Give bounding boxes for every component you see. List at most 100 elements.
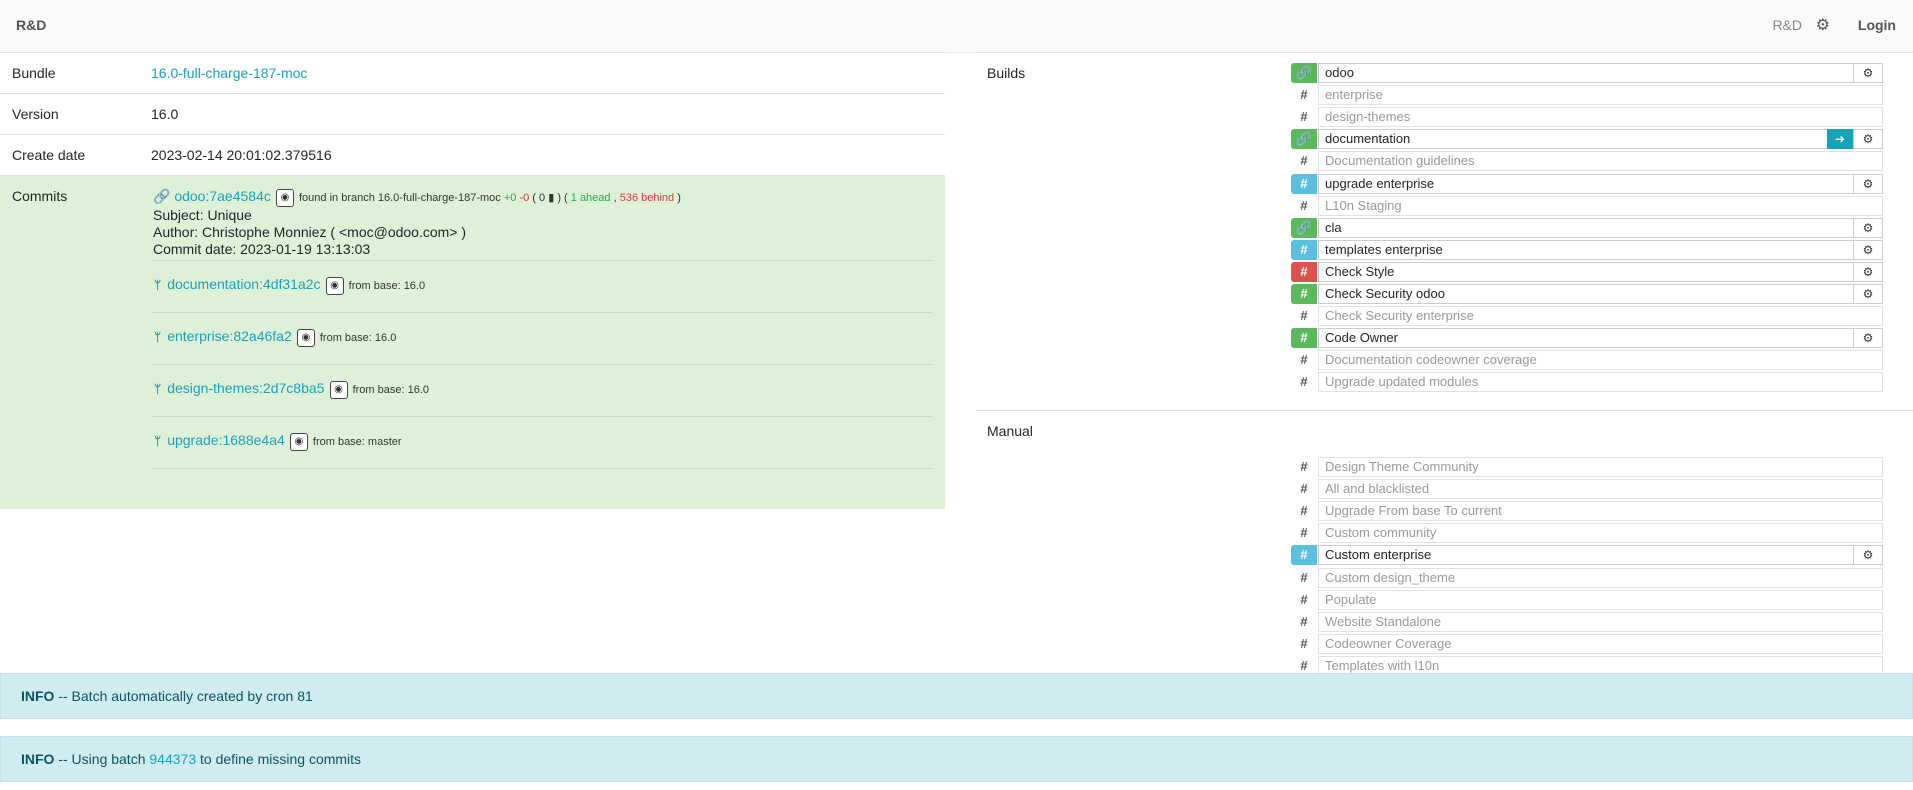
build-name[interactable]: odoo [1318, 63, 1883, 83]
build-name[interactable]: Code Owner [1318, 328, 1883, 349]
divider [976, 410, 1913, 411]
build-name[interactable]: Check Security odoo [1318, 284, 1883, 304]
github-icon[interactable]: ◉ [329, 381, 348, 400]
commit-link[interactable]: 🔗 odoo:7ae4584c [153, 188, 271, 204]
build-name[interactable]: design-themes [1318, 107, 1883, 128]
build-name[interactable]: upgrade enterprise [1318, 173, 1883, 194]
hash-icon[interactable]: # [1291, 350, 1317, 370]
from-base: from base: master [312, 436, 402, 448]
link-icon[interactable]: 🔗 [1291, 129, 1317, 150]
sub-commit-link[interactable]: documentation:4df31a2c [167, 276, 320, 292]
hash-icon[interactable]: # [1291, 85, 1317, 105]
gear-icon[interactable]: ⚙ [1853, 217, 1883, 238]
build-row: # Website Standalone [1291, 611, 1883, 632]
hash-icon[interactable]: # [1291, 261, 1317, 282]
hash-icon[interactable]: # [1291, 151, 1317, 171]
sub-commit-link[interactable]: enterprise:82a46fa2 [167, 328, 292, 344]
manual-label: Manual [987, 423, 1033, 439]
hash-icon[interactable]: # [1291, 173, 1317, 194]
hash-icon[interactable]: # [1291, 568, 1317, 588]
build-name[interactable]: All and blacklisted [1318, 479, 1883, 500]
bundle-link[interactable]: 16.0-full-charge-187-moc [151, 65, 307, 81]
github-icon[interactable]: ◉ [289, 433, 308, 452]
github-icon[interactable]: ◉ [275, 189, 294, 208]
build-row: 🔗 documentation ➜ ⚙ [1291, 129, 1883, 150]
sub-commit: ᛘ design-themes:2d7c8ba5 ◉ from base: 16.… [151, 364, 933, 417]
hash-icon[interactable]: # [1291, 634, 1317, 654]
sub-commit: ᛘ upgrade:1688e4a4 ◉ from base: master [151, 416, 933, 469]
commit-author: Author: Christophe Monniez ( <moc@odoo.c… [153, 224, 467, 241]
hash-icon[interactable]: # [1291, 479, 1317, 499]
build-name[interactable]: enterprise [1318, 85, 1883, 106]
hash-icon[interactable]: # [1291, 107, 1317, 127]
build-row: # Check Security odoo ⚙ [1291, 284, 1883, 304]
build-name[interactable]: Populate [1318, 589, 1883, 610]
build-name[interactable]: Custom enterprise [1318, 545, 1883, 566]
hash-icon[interactable]: # [1291, 372, 1317, 392]
commit-subject: Subject: Unique [153, 207, 252, 224]
from-base: from base: 16.0 [352, 384, 429, 396]
hash-icon[interactable]: # [1291, 239, 1317, 260]
hash-icon[interactable]: # [1291, 306, 1317, 326]
link-icon[interactable]: 🔗 [1291, 217, 1317, 238]
build-name[interactable]: Check Style [1318, 261, 1883, 282]
gear-icon[interactable]: ⚙ [1853, 545, 1883, 566]
build-name[interactable]: L10n Staging [1318, 195, 1883, 216]
build-row: # Custom community [1291, 523, 1883, 544]
build-row: # templates enterprise ⚙ [1291, 239, 1883, 260]
file-icon: ▮ [548, 192, 555, 204]
build-name[interactable]: Codeowner Coverage [1318, 633, 1883, 654]
build-name[interactable]: documentation [1318, 129, 1883, 150]
link-icon: 🔗 [153, 188, 171, 204]
build-row: # L10n Staging [1291, 195, 1883, 216]
project-link[interactable]: R&D [1772, 17, 1802, 33]
hash-icon[interactable]: # [1291, 501, 1317, 521]
build-name[interactable]: Custom community [1318, 523, 1883, 544]
build-name[interactable]: cla [1318, 217, 1883, 238]
build-name[interactable]: templates enterprise [1318, 239, 1883, 260]
sub-commit: ᛘ documentation:4df31a2c ◉ from base: 16.… [151, 260, 933, 313]
alert-level: INFO [21, 688, 55, 704]
build-name[interactable]: Documentation codeowner coverage [1318, 350, 1883, 371]
build-name[interactable]: Documentation guidelines [1318, 151, 1883, 172]
build-name[interactable]: Design Theme Community [1318, 457, 1883, 477]
sign-in-icon[interactable]: ➜ [1827, 129, 1853, 150]
hash-icon[interactable]: # [1291, 523, 1317, 543]
gear-icon[interactable]: ⚙ [1853, 239, 1883, 260]
gear-icon[interactable]: ⚙ [1853, 284, 1883, 304]
gear-icon[interactable]: ⚙ [1816, 15, 1830, 35]
create-date-label: Create date [12, 147, 86, 163]
gear-icon[interactable]: ⚙ [1853, 129, 1883, 150]
build-name[interactable]: Website Standalone [1318, 611, 1883, 632]
brand[interactable]: R&D [16, 17, 46, 33]
build-row: # Check Security enterprise [1291, 306, 1883, 327]
hash-icon[interactable]: # [1291, 545, 1317, 566]
found-in-branch: found in branch 16.0-full-charge-187-moc [299, 192, 501, 204]
login-link[interactable]: Login [1858, 17, 1896, 33]
commit-date: Commit date: 2023-01-19 13:13:03 [153, 241, 371, 258]
github-icon[interactable]: ◉ [296, 329, 315, 348]
hash-icon[interactable]: # [1291, 590, 1317, 610]
sub-commit-link[interactable]: upgrade:1688e4a4 [167, 432, 285, 448]
from-base: from base: 16.0 [319, 332, 397, 344]
build-name[interactable]: Upgrade updated modules [1318, 372, 1883, 393]
batch-link[interactable]: 944373 [149, 751, 196, 767]
hash-icon[interactable]: # [1291, 328, 1317, 349]
gear-icon[interactable]: ⚙ [1853, 173, 1883, 194]
hash-icon[interactable]: # [1291, 457, 1317, 477]
branch-icon: ᛘ [154, 330, 162, 344]
hash-icon[interactable]: # [1291, 612, 1317, 632]
files-count: ( 0 [532, 192, 546, 204]
gear-icon[interactable]: ⚙ [1853, 63, 1883, 83]
hash-icon[interactable]: # [1291, 284, 1317, 304]
build-name[interactable]: Check Security enterprise [1318, 306, 1883, 327]
link-icon[interactable]: 🔗 [1291, 63, 1317, 83]
hash-icon[interactable]: # [1291, 196, 1317, 216]
sub-commit-link[interactable]: design-themes:2d7c8ba5 [167, 380, 324, 396]
github-icon[interactable]: ◉ [325, 277, 344, 296]
build-name[interactable]: Upgrade From base To current [1318, 501, 1883, 522]
gear-icon[interactable]: ⚙ [1853, 261, 1883, 282]
build-row: # upgrade enterprise ⚙ [1291, 173, 1883, 194]
gear-icon[interactable]: ⚙ [1853, 328, 1883, 349]
build-name[interactable]: Custom design_theme [1318, 567, 1883, 588]
